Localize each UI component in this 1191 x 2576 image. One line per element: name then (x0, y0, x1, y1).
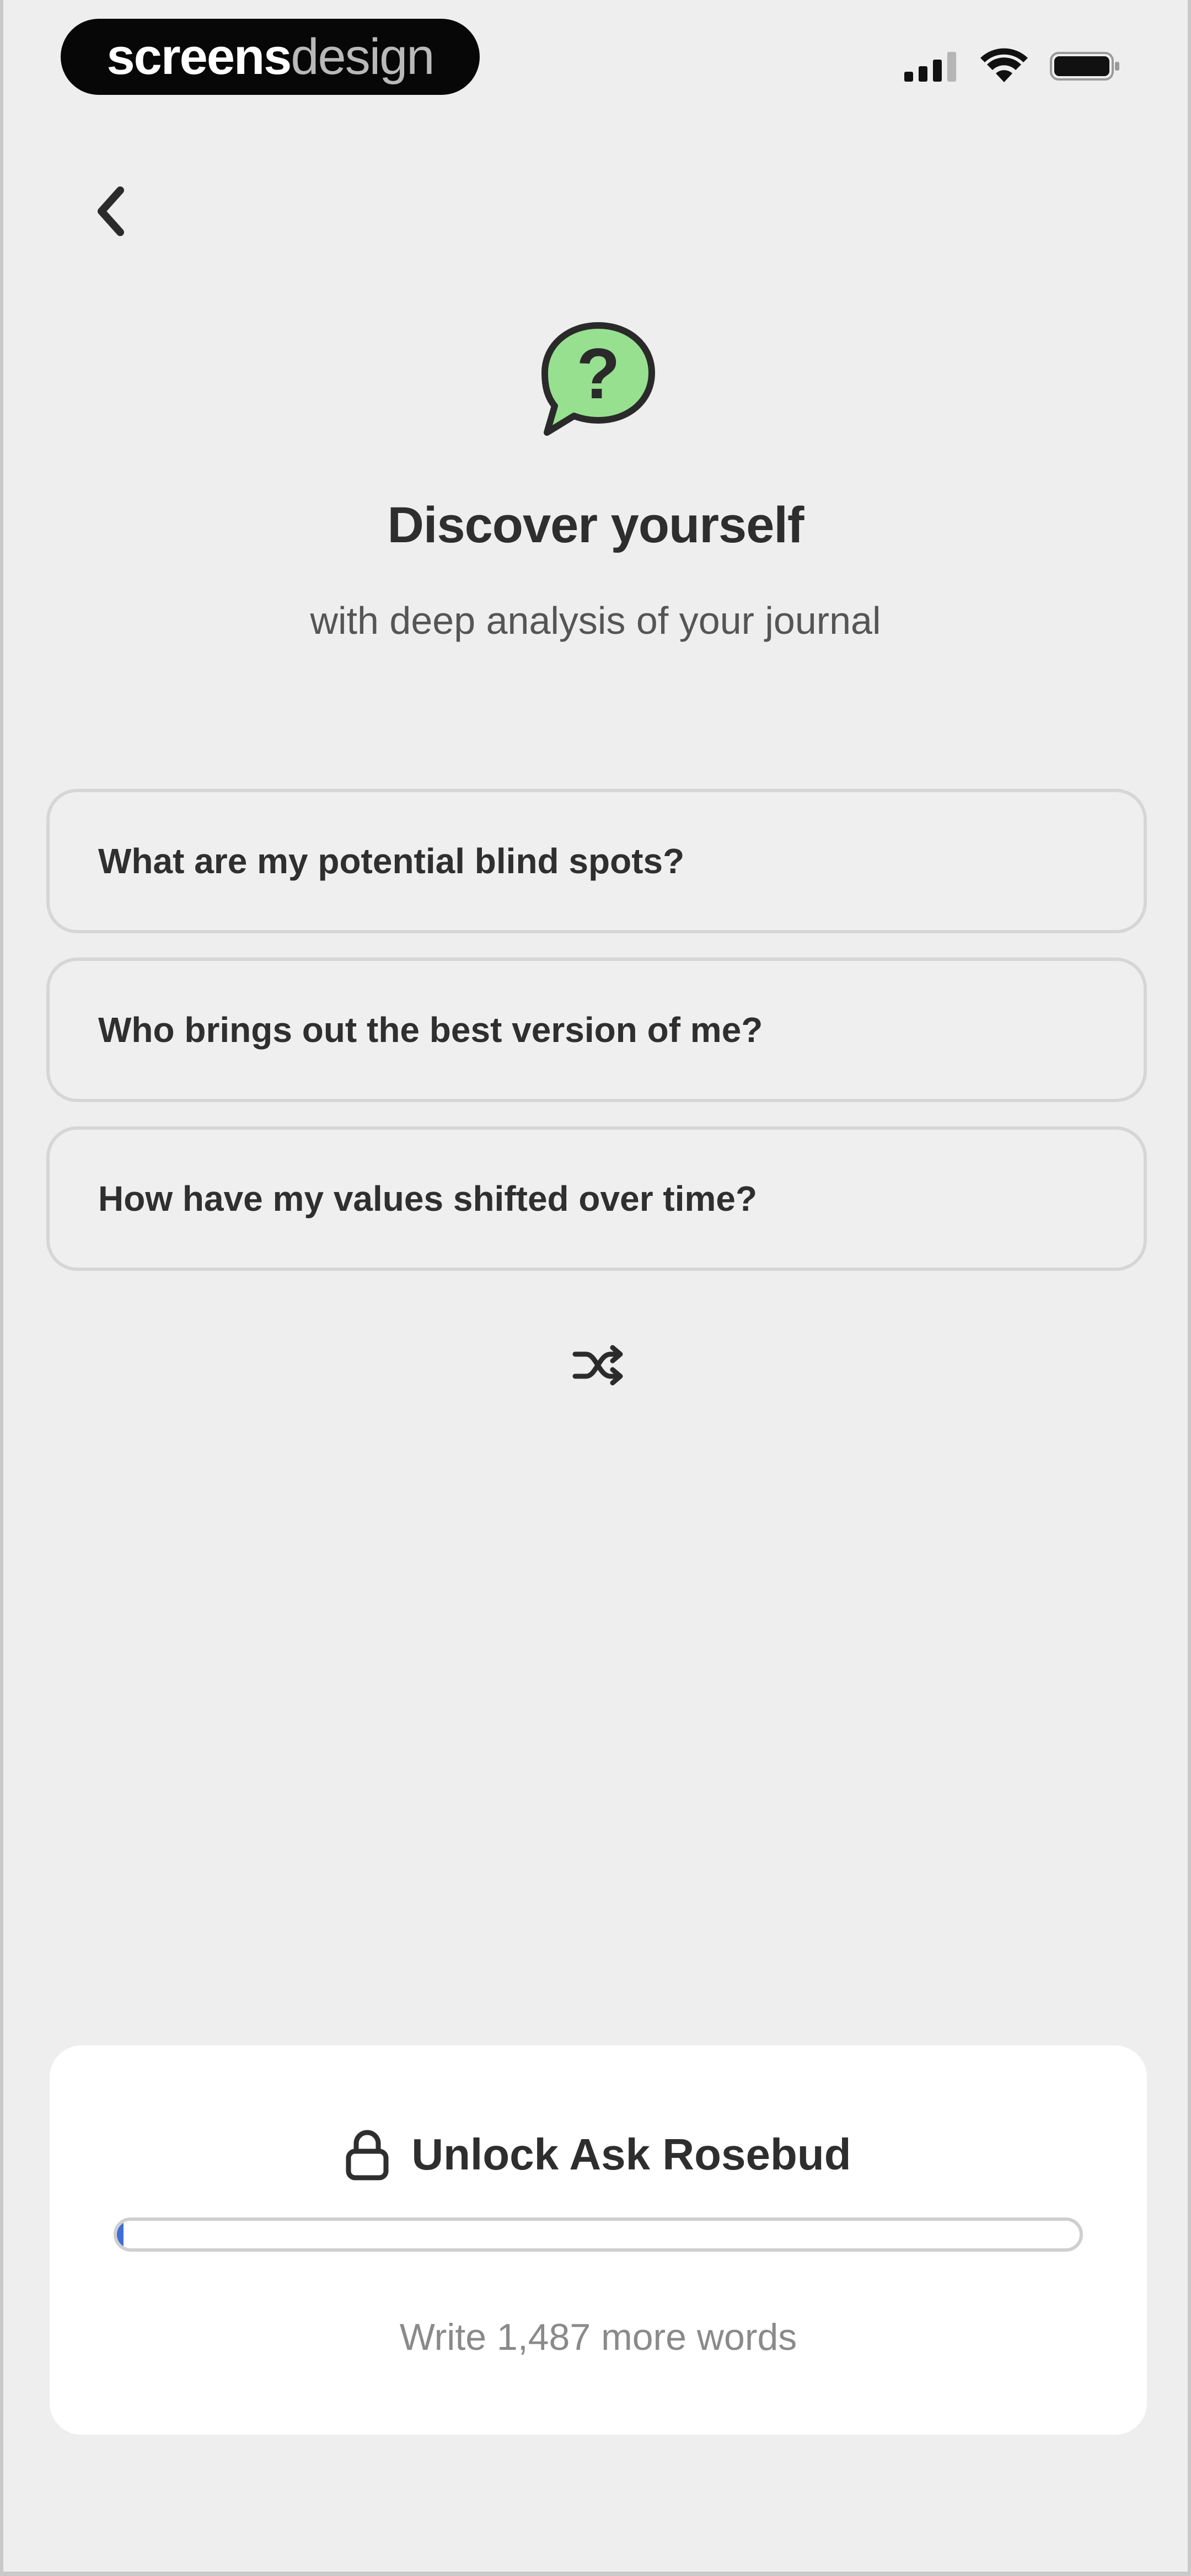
page-title: Discover yourself (387, 497, 804, 553)
brand-watermark: screens design (61, 19, 480, 95)
unlock-panel: Unlock Ask Rosebud Write 1,487 more word… (50, 2045, 1147, 2435)
lock-icon (346, 2130, 389, 2180)
prompt-card[interactable]: How have my values shifted over time? (46, 1126, 1147, 1271)
words-remaining-text: Write 1,487 more words (399, 2316, 797, 2358)
question-speech-bubble-icon: ? (541, 322, 655, 436)
page-subtitle: with deep analysis of your journal (310, 599, 881, 642)
shuffle-icon (572, 1345, 623, 1386)
shuffle-button[interactable] (568, 1335, 629, 1396)
status-icons (903, 44, 1122, 88)
wifi-icon (980, 48, 1028, 82)
brand-text-light: design (291, 28, 434, 85)
brand-text-bold: screens (106, 28, 292, 85)
app-screen: screensdesign ? Discover yourself with (3, 0, 1188, 2572)
battery-icon (1050, 52, 1119, 81)
chevron-left-icon (98, 186, 124, 236)
prompt-list: What are my potential blind spots? Who b… (46, 789, 1147, 1295)
unlock-button[interactable]: Unlock Ask Rosebud (50, 2128, 1147, 2181)
unlock-progress-fill (117, 2221, 124, 2248)
unlock-label: Unlock Ask Rosebud (411, 2130, 851, 2179)
signal-icon (904, 52, 956, 82)
prompt-card[interactable]: What are my potential blind spots? (46, 789, 1147, 933)
svg-text:?: ? (576, 333, 620, 414)
back-button[interactable] (81, 175, 141, 247)
prompt-card[interactable]: Who brings out the best version of me? (46, 958, 1147, 1102)
unlock-progress-bar (114, 2217, 1083, 2252)
